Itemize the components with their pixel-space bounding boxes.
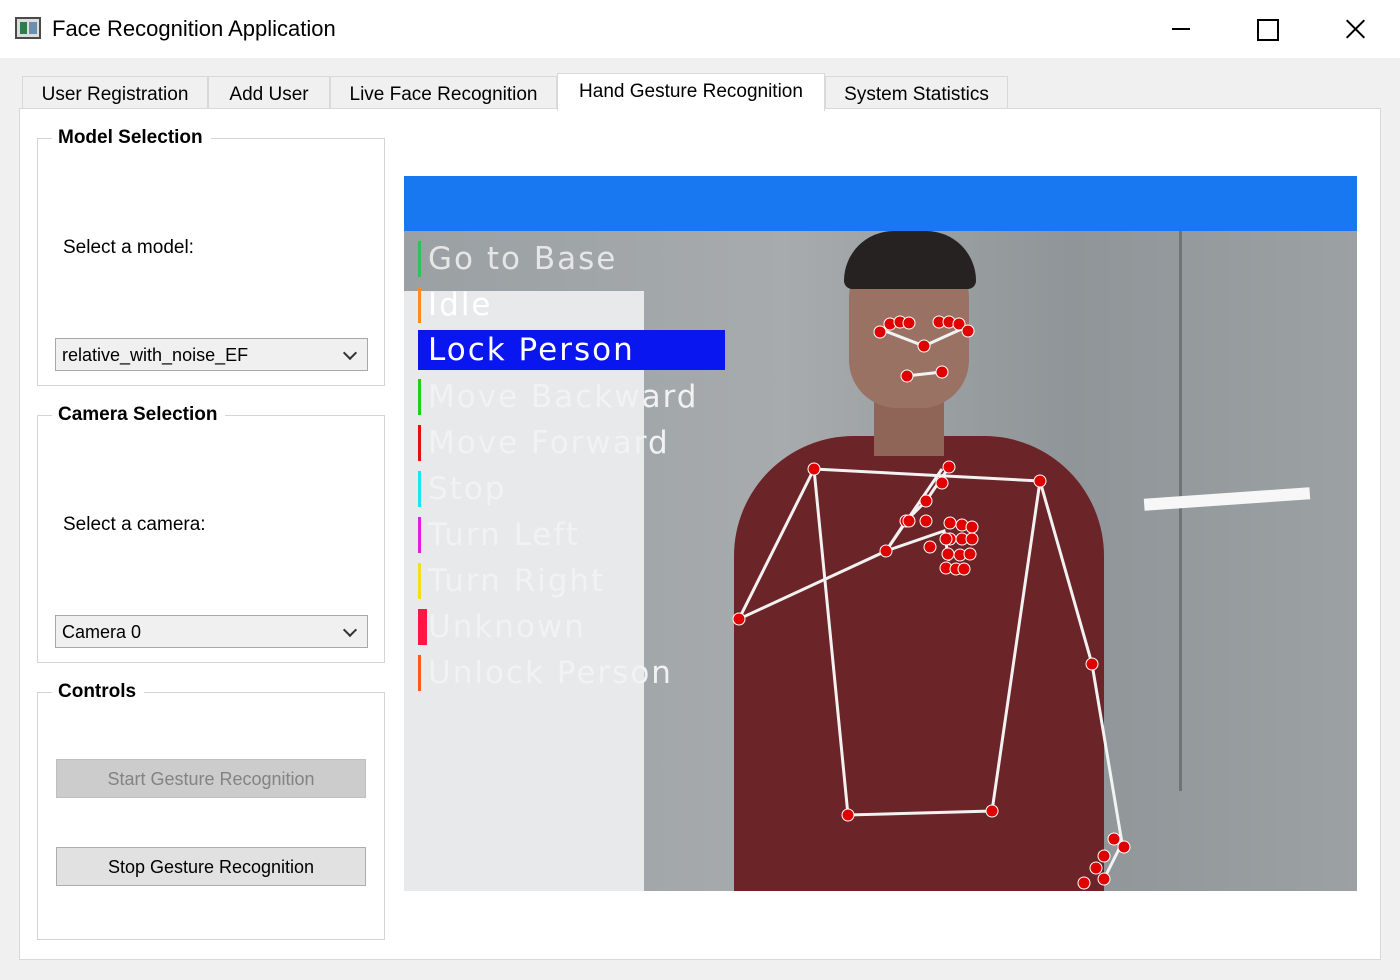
- gesture-label: Turn Left: [428, 517, 580, 553]
- gesture-color-bar: [418, 655, 421, 691]
- minimize-icon[interactable]: [1138, 0, 1224, 58]
- start-gesture-recognition-button[interactable]: Start Gesture Recognition: [56, 759, 366, 798]
- gesture-item-turn-right: Turn Right: [418, 561, 738, 601]
- camera-feed: Go to Base Idle Lock Person Move Backwar…: [404, 231, 1357, 891]
- gesture-item-idle: Idle: [418, 285, 738, 325]
- window-bottom-edge: [0, 960, 1400, 980]
- gesture-color-bar: [418, 609, 427, 645]
- gesture-label: Unknown: [428, 609, 586, 645]
- gesture-label: Idle: [428, 287, 493, 323]
- gesture-label: Move Forward: [428, 425, 670, 461]
- chevron-down-icon: [342, 622, 358, 638]
- model-dropdown[interactable]: relative_with_noise_EF: [55, 338, 368, 371]
- camera-selection-title: Camera Selection: [52, 404, 226, 426]
- controls-group: Controls Start Gesture Recognition Stop …: [37, 681, 385, 940]
- gesture-label: Turn Right: [428, 563, 606, 599]
- camera-dropdown[interactable]: Camera 0: [55, 615, 368, 648]
- tab-user-registration[interactable]: User Registration: [22, 76, 208, 110]
- camera-dropdown-value: Camera 0: [62, 622, 142, 642]
- gesture-item-unknown: Unknown: [418, 607, 738, 647]
- gesture-color-bar: [418, 517, 421, 553]
- gesture-item-move-forward: Move Forward: [418, 423, 738, 463]
- gesture-label: Move Backward: [428, 379, 699, 415]
- maximize-icon[interactable]: [1224, 0, 1310, 58]
- model-selection-title: Model Selection: [52, 127, 211, 149]
- gesture-item-go-to-base: Go to Base: [418, 239, 738, 279]
- gesture-color-bar: [418, 471, 421, 507]
- gesture-item-unlock-person: Unlock Person: [418, 653, 738, 693]
- model-selection-group: Model Selection Select a model: relative…: [37, 127, 385, 386]
- controls-title: Controls: [52, 681, 145, 703]
- gesture-color-bar: [418, 563, 421, 599]
- window-title: Face Recognition Application: [52, 16, 336, 41]
- gesture-color-bar: [418, 287, 421, 323]
- gesture-color-bar: [418, 241, 421, 277]
- chevron-down-icon: [342, 345, 358, 361]
- gesture-label: Lock Person: [428, 332, 635, 368]
- gesture-item-stop: Stop: [418, 469, 738, 509]
- title-bar: Face Recognition Application: [0, 0, 1400, 58]
- tab-add-user[interactable]: Add User: [208, 76, 330, 110]
- tab-hand-gesture-recognition[interactable]: Hand Gesture Recognition: [557, 73, 825, 111]
- tab-live-face-recognition[interactable]: Live Face Recognition: [330, 76, 557, 110]
- gesture-label: Go to Base: [428, 241, 618, 277]
- select-model-label: Select a model:: [63, 237, 194, 258]
- app-window-icon: [15, 17, 41, 39]
- tab-system-statistics[interactable]: System Statistics: [825, 76, 1008, 110]
- gesture-item-turn-left: Turn Left: [418, 515, 738, 555]
- gesture-item-lock-person: Lock Person: [418, 330, 725, 370]
- gesture-color-bar: [418, 332, 421, 368]
- gesture-label: Unlock Person: [428, 655, 673, 691]
- close-icon[interactable]: [1312, 0, 1398, 58]
- model-dropdown-value: relative_with_noise_EF: [62, 345, 249, 365]
- select-camera-label: Select a camera:: [63, 514, 206, 535]
- stop-gesture-recognition-button[interactable]: Stop Gesture Recognition: [56, 847, 366, 886]
- camera-selection-group: Camera Selection Select a camera: Camera…: [37, 404, 385, 663]
- gesture-label: Stop: [428, 471, 507, 507]
- gesture-color-bar: [418, 379, 421, 415]
- gesture-color-bar: [418, 425, 421, 461]
- gesture-item-move-backward: Move Backward: [418, 377, 738, 417]
- video-header-bar: [404, 176, 1357, 231]
